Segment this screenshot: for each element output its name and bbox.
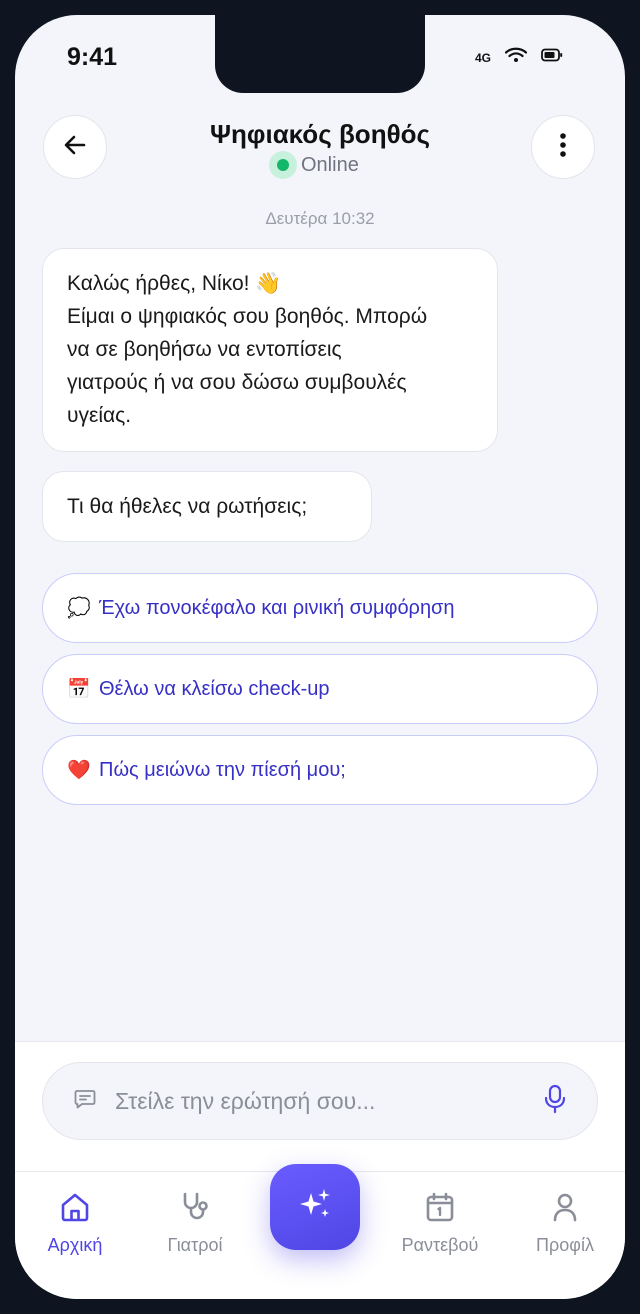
device-notch xyxy=(215,15,425,93)
tab-profile[interactable]: Προφίλ xyxy=(505,1190,625,1256)
tab-home-label: Αρχική xyxy=(47,1235,103,1255)
network-label: 4G xyxy=(474,50,491,65)
tab-doctors-label: Γιατροί xyxy=(167,1235,223,1255)
online-status-label: Online xyxy=(301,153,359,176)
message-line: Είμαι ο ψηφιακός σου βοηθός. Μπορώ xyxy=(67,305,428,328)
composer-area: Στείλε την ερώτησή σου... xyxy=(15,1041,625,1172)
chat-bubble-icon xyxy=(73,1087,97,1116)
status-icons: 4G xyxy=(475,47,563,68)
tab-home[interactable]: Αρχική xyxy=(15,1190,135,1256)
tab-appointments-label: Ραντεβού xyxy=(401,1235,479,1255)
message-line: γιατρούς ή να σου δώσω συμβουλές xyxy=(67,371,407,394)
tab-profile-label: Προφίλ xyxy=(536,1235,594,1255)
message-text: Τι θα ήθελες να ρωτήσεις; xyxy=(67,495,308,518)
heart-icon: ❤️ xyxy=(67,760,91,781)
calendar-icon xyxy=(423,1190,457,1229)
message-line: να σε βοηθήσω να εντοπίσεις xyxy=(67,338,342,361)
message-input-placeholder: Στείλε την ερώτησή σου... xyxy=(115,1087,376,1114)
home-icon xyxy=(58,1190,92,1229)
wifi-icon xyxy=(504,47,528,68)
assistant-message: Καλώς ήρθες, Νίκο! 👋 Είμαι ο ψηφιακός σο… xyxy=(42,248,498,452)
tab-appointments[interactable]: Ραντεβού xyxy=(380,1190,500,1256)
suggestion-label: Πώς μειώνω την πίεσή μου; xyxy=(99,758,346,781)
more-options-button[interactable] xyxy=(531,115,595,179)
status-time: 9:41 xyxy=(67,43,118,71)
sparkles-icon xyxy=(295,1185,335,1230)
suggestion-chip-checkup[interactable]: 📅 Θέλω να κλείσω check-up xyxy=(42,654,598,724)
thought-bubble-icon: 💭 xyxy=(67,598,91,619)
stethoscope-icon xyxy=(178,1190,212,1229)
chat-timestamp: Δευτέρα 10:32 xyxy=(265,209,375,228)
more-vertical-icon xyxy=(559,132,567,163)
battery-icon xyxy=(541,48,563,67)
user-icon xyxy=(548,1190,582,1229)
suggestion-label: Θέλω να κλείσω check-up xyxy=(99,677,330,700)
suggestion-chip-blood-pressure[interactable]: ❤️ Πώς μειώνω την πίεσή μου; xyxy=(42,735,598,805)
assistant-message: Τι θα ήθελες να ρωτήσεις; xyxy=(42,471,372,542)
microphone-icon[interactable] xyxy=(543,1084,567,1119)
online-status: Online xyxy=(269,151,359,179)
calendar-icon: 📅 xyxy=(67,679,91,700)
ai-assistant-button[interactable] xyxy=(270,1164,360,1250)
suggestion-chip-headache[interactable]: 💭 Έχω πονοκέφαλο και ρινική συμφόρηση xyxy=(42,573,598,643)
suggestion-label: Έχω πονοκέφαλο και ρινική συμφόρηση xyxy=(99,596,455,619)
message-input[interactable]: Στείλε την ερώτησή σου... xyxy=(42,1062,598,1140)
message-line: υγείας. xyxy=(67,404,132,427)
online-indicator xyxy=(269,151,297,179)
message-line: Καλώς ήρθες, Νίκο! 👋 xyxy=(67,272,282,295)
tab-doctors[interactable]: Γιατροί xyxy=(135,1190,255,1256)
app-screen: 9:41 4G Ψηφιακός βοηθός Online Δευτέρα 1… xyxy=(15,15,625,1299)
phone-frame: 9:41 4G Ψηφιακός βοηθός Online Δευτέρα 1… xyxy=(0,0,640,1314)
